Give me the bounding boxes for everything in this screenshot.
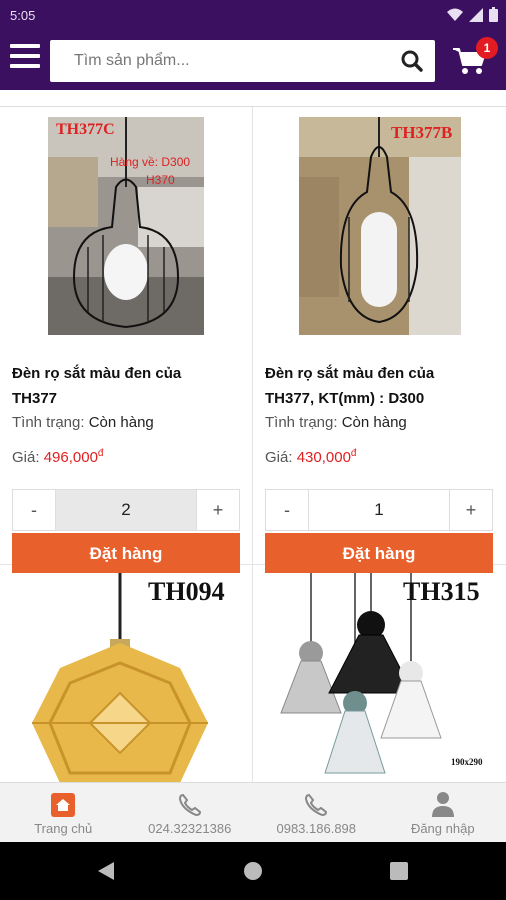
nav-label: Đăng nhập [410,821,475,836]
product-image[interactable]: TH377B [299,117,461,335]
quantity-value[interactable]: 2 [55,490,197,530]
search-icon[interactable] [401,50,423,72]
product-image[interactable]: TH315 190x290 [263,573,495,782]
product-price: Giá: 430,000đ [265,448,357,466]
home-icon [51,793,76,817]
status-time: 5:05 [10,8,36,23]
product-card: TH377C Hàng về: D300 H370 Đèn rọ sắt màu… [0,107,253,575]
battery-icon [489,7,498,22]
product-stock: Tình trạng: Còn hàng [12,414,154,431]
quantity-value[interactable]: 1 [308,490,450,530]
product-grid: TH377C Hàng về: D300 H370 Đèn rọ sắt màu… [0,90,506,782]
product-card: TH315 190x290 [253,565,506,782]
status-icons [447,7,498,22]
product-dims: 190x290 [451,757,483,767]
nav-label: Trang chủ [34,821,93,836]
product-tag: TH377C [56,121,115,138]
nav-label: 024.32321386 [148,821,232,836]
nav-login[interactable]: Đăng nhập [380,783,506,842]
status-bar: 5:05 [0,0,506,32]
home-circle-icon[interactable] [243,861,263,881]
product-tag: TH094 [148,577,225,606]
search-input[interactable] [50,40,380,82]
nav-home[interactable]: Trang chủ [0,783,127,842]
product-card: TH377B Đèn rọ sắt màu đen của TH377, KT(… [253,107,506,575]
product-image[interactable]: TH094 [10,573,242,782]
back-icon[interactable] [96,861,116,881]
product-price: Giá: 496,000đ [12,448,104,466]
menu-button[interactable] [10,44,40,74]
product-name[interactable]: Đèn rọ sắt màu đen của TH377, KT(mm) : D… [265,361,493,411]
phone-icon [178,793,201,817]
increase-button[interactable]: + [197,490,239,530]
app-bar: 1 [0,32,506,90]
menu-icon [10,44,40,48]
product-note: H370 [146,173,175,187]
product-tag: TH377B [391,123,453,142]
nav-label: 0983.186.898 [276,821,357,836]
system-nav-bar [0,842,506,900]
signal-icon [469,7,483,22]
product-image[interactable]: TH377C Hàng về: D300 H370 [48,117,204,335]
cart-badge: 1 [476,37,498,59]
product-stock: Tình trạng: Còn hàng [265,414,407,431]
nav-phone-1[interactable]: 024.32321386 [127,783,254,842]
bottom-nav: Trang chủ 024.32321386 0983.186.898 Đăng… [0,782,506,842]
quantity-stepper: - 2 + [12,489,240,531]
phone-icon [305,793,328,817]
increase-button[interactable]: + [450,490,492,530]
product-name[interactable]: Đèn rọ sắt màu đen của TH377 [12,361,240,411]
product-tag: TH315 [403,577,480,606]
user-icon [431,792,454,817]
product-card: TH094 [0,565,253,782]
nav-phone-2[interactable]: 0983.186.898 [253,783,380,842]
decrease-button[interactable]: - [266,490,308,530]
quantity-stepper: - 1 + [265,489,493,531]
wifi-icon [447,8,463,21]
decrease-button[interactable]: - [13,490,55,530]
search-box [50,40,435,82]
recents-icon[interactable] [390,862,408,880]
product-note: Hàng về: D300 [110,155,191,169]
